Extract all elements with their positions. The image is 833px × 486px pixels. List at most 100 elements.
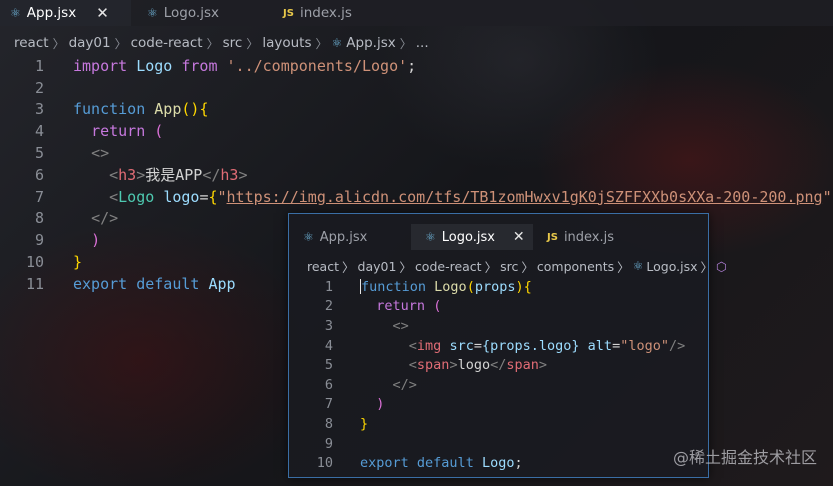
jsx-text: logo [457,357,491,374]
breadcrumb-item[interactable]: components [537,259,614,274]
code-line: 5 <span>logo</span> [289,355,708,375]
chevron-right-icon: 〉 [342,259,355,275]
code-line: 6 </> [289,375,708,395]
brace-token: } [360,415,369,432]
line-number: 4 [34,122,44,141]
tab-logo-jsx[interactable]: ⚛ Logo.jsx ✕ [411,224,533,250]
fragment-token: <> [392,317,409,334]
line-number: 3 [34,100,44,119]
line-number: 1 [34,56,44,75]
string-token: "logo" [620,337,669,354]
tab-index-js[interactable]: JS index.js [267,0,387,26]
react-icon: ⚛ [10,6,21,20]
keyword-token: import [73,56,128,75]
chevron-right-icon: 〉 [206,36,219,51]
keyword-token: export [360,455,409,472]
tag-bracket: </ [202,166,221,185]
jsx-text: 我是APP [145,166,203,185]
paren-token: ) [91,231,101,250]
tag-name-token: h3 [118,166,137,185]
code-line: 2 [0,77,833,99]
line-number: 8 [34,209,44,228]
fragment-token: </> [91,209,119,228]
breadcrumb-item[interactable]: react [307,259,339,274]
string-token: " [822,187,832,206]
breadcrumb-item[interactable]: react [14,35,49,51]
breadcrumb-item[interactable]: code-react [415,259,482,274]
parameter-token: props [474,278,516,295]
breadcrumb-item[interactable]: code-react [131,35,203,51]
string-token: '../components/Logo' [226,56,408,75]
watermark: @稀土掘金技术社区 [672,448,817,467]
breadcrumb-item[interactable]: src [223,35,243,51]
paren-token: ) [376,396,385,413]
chevron-right-icon: 〉 [399,259,412,275]
breadcrumb-item[interactable]: src [500,259,518,274]
keyword-token: function [361,278,427,295]
keyword-token: return [91,122,146,141]
tab-logo-jsx[interactable]: ⚛ Logo.jsx [131,0,267,26]
chevron-right-icon: 〉 [399,36,412,51]
close-icon[interactable]: ✕ [96,4,109,22]
tag-name-token: span [416,357,450,374]
breadcrumb-item[interactable]: day01 [69,35,111,51]
line-number: 10 [316,455,333,472]
tab-app-jsx[interactable]: ⚛ App.jsx ✕ [0,0,131,26]
paren-token: ( [154,122,164,141]
line-number: 11 [25,274,44,293]
keyword-token: from [181,56,218,75]
tag-bracket: > [449,357,458,374]
popup-tab-bar: ⚛ App.jsx ⚛ Logo.jsx ✕ JS index.js [289,224,708,250]
line-number: 3 [324,317,333,334]
tag-bracket: > [538,357,548,374]
keyword-token: export [73,274,128,293]
string-token: " [217,187,227,206]
breadcrumb-item[interactable]: day01 [358,259,397,274]
breadcrumb-item[interactable]: Logo.jsx [646,259,697,274]
tag-bracket: < [109,187,119,206]
function-name-token: App [154,100,182,119]
url-link[interactable]: https://img.alicdn.com/tfs/TB1zomHwxv1gK… [227,188,823,206]
chevron-right-icon: 〉 [484,259,498,275]
tab-app-jsx[interactable]: ⚛ App.jsx [289,224,411,250]
peek-editor-logo-jsx[interactable]: ⚛ App.jsx ⚛ Logo.jsx ✕ JS index.js react… [288,213,727,478]
code-line: 9 [289,434,708,454]
fragment-token: <> [91,144,110,163]
code-editor-logo-jsx[interactable]: 1 function Logo(props){ 2 return ( 3 <> 4… [289,277,708,473]
paren-token: ( [466,278,475,295]
tag-bracket: > [238,166,248,185]
tab-index-js[interactable]: JS index.js [533,224,653,250]
code-line: 6 <h3>我是APP</h3> [0,164,833,186]
code-line: 7 ) [289,395,708,415]
keyword-token: default [416,455,474,472]
tab-label: App.jsx [26,5,77,21]
react-icon: ⚛ [303,230,314,244]
chevron-right-icon: 〉 [521,259,534,275]
line-number: 6 [34,165,44,184]
fragment-token: </> [392,376,417,393]
keyword-token: function [73,100,146,119]
close-icon[interactable]: ✕ [513,229,525,245]
breadcrumb-item[interactable]: ... [416,35,429,51]
identifier-token: App [208,274,236,293]
cube-icon[interactable]: ⬡ [716,259,727,274]
line-number: 8 [324,415,333,432]
function-name-token: Logo [434,278,467,295]
line-number: 7 [34,187,44,206]
line-number: 9 [34,231,44,250]
react-icon: ⚛ [147,6,158,20]
expression-token: {props.logo} [481,337,580,354]
tab-label: index.js [299,5,352,21]
code-line: 1 function Logo(props){ [289,277,708,297]
punctuation-token: = [473,337,482,354]
breadcrumb-item[interactable]: layouts [262,35,311,51]
line-number: 1 [324,278,333,295]
chevron-right-icon: 〉 [315,36,328,51]
paren-token: ) [515,278,524,295]
identifier-token: Logo [481,455,515,472]
chevron-right-icon: 〉 [246,36,259,51]
punctuation-token: ; [407,56,417,75]
code-line: 4 return ( [0,120,833,142]
breadcrumb-item[interactable]: App.jsx [346,35,395,51]
brace-token: } [73,253,83,272]
